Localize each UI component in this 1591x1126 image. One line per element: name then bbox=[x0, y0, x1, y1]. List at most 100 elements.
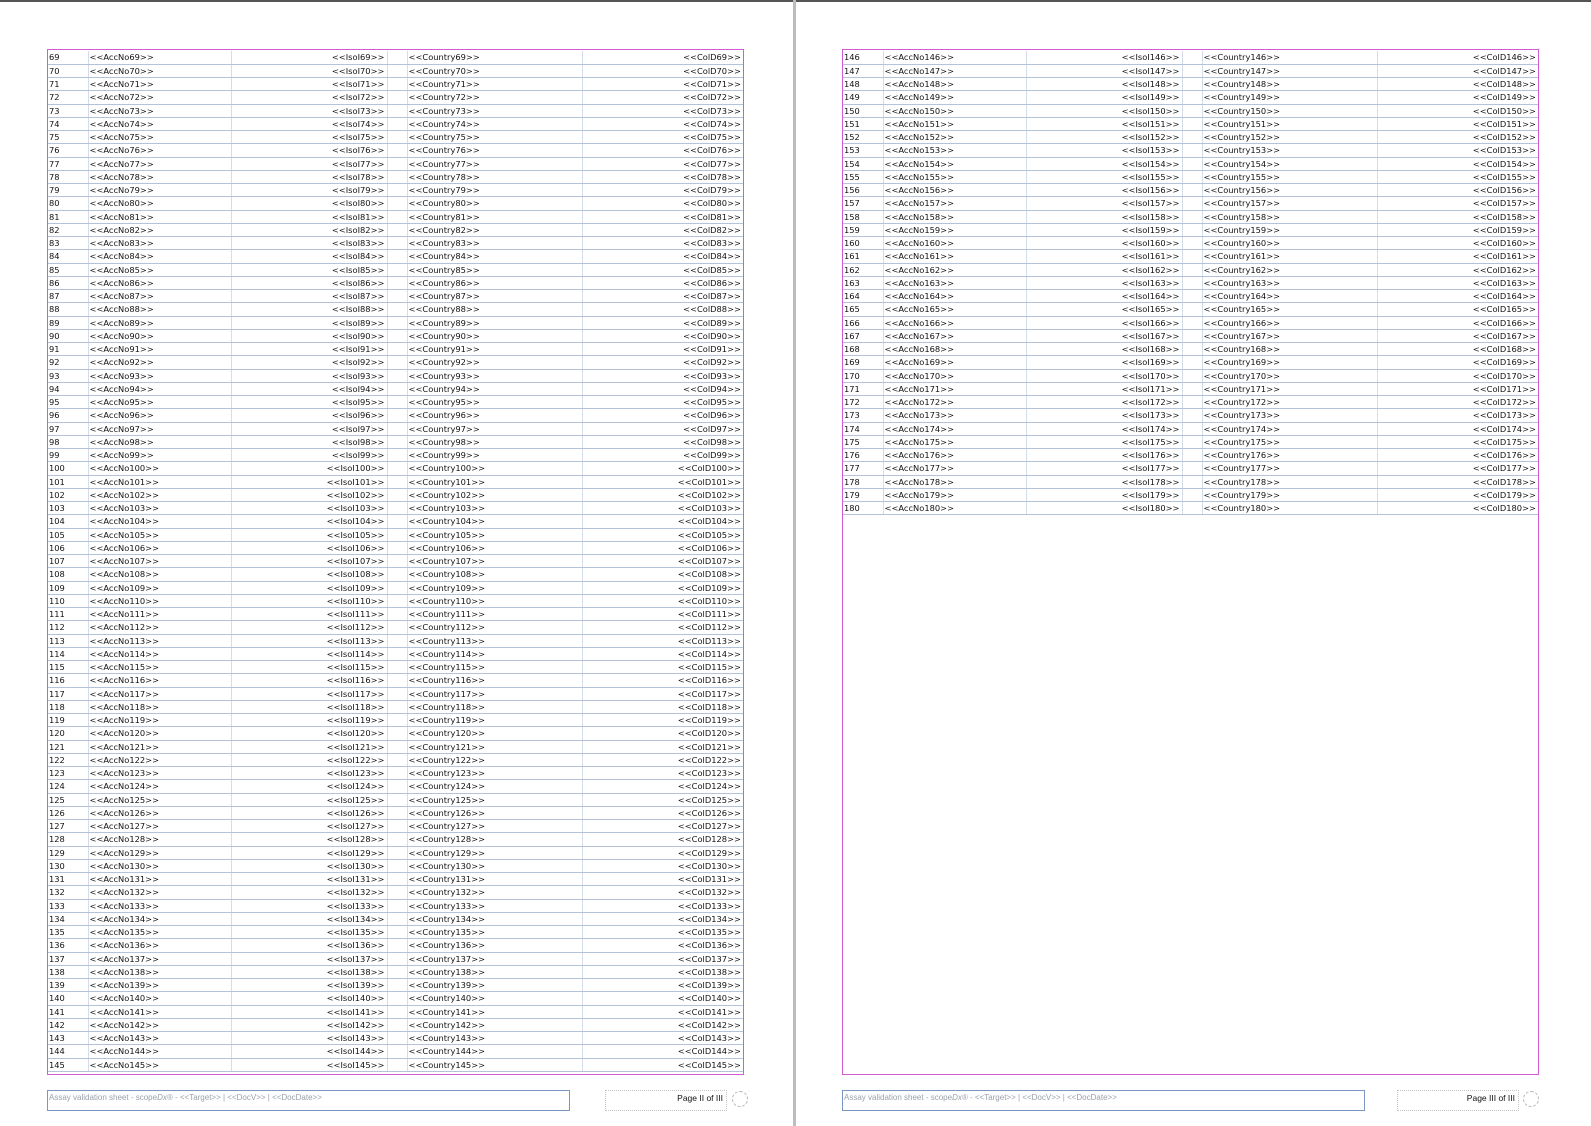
table-row: 84 <<AccNo84>> <<IsoI84>> <<Country84>> <<Co… bbox=[48, 249, 743, 264]
acc-no-cell: <<AccNo118>> bbox=[88, 700, 232, 715]
row-number-cell: 177 bbox=[843, 461, 884, 476]
col-d-cell: <<ColD106>> bbox=[582, 541, 743, 556]
col-d-cell: <<ColD136>> bbox=[582, 938, 743, 953]
acc-no-cell: <<AccNo112>> bbox=[88, 620, 232, 635]
col-d-cell: <<ColD177>> bbox=[1377, 461, 1538, 476]
col-d-cell: <<ColD150>> bbox=[1377, 104, 1538, 118]
country-cell: <<Country83>> bbox=[407, 236, 583, 251]
col-d-cell: <<ColD95>> bbox=[582, 395, 743, 410]
country-cell: <<Country166>> bbox=[1202, 316, 1378, 330]
table-row: 108 <<AccNo108>> <<IsoI108>> <<Country108>>… bbox=[48, 567, 743, 582]
row-number-cell: 106 bbox=[48, 541, 89, 556]
spacer-cell bbox=[1182, 369, 1203, 383]
row-number-cell: 117 bbox=[48, 687, 89, 701]
row-number-cell: 93 bbox=[48, 369, 89, 383]
table-row: 75 <<AccNo75>> <<IsoI75>> <<Country75>> <<Co… bbox=[48, 130, 743, 145]
country-cell: <<Country146>> bbox=[1202, 51, 1378, 65]
spacer-cell bbox=[387, 316, 408, 330]
iso-cell: <<IsoI141>> bbox=[231, 1005, 388, 1019]
country-cell: <<Country131>> bbox=[407, 872, 583, 887]
spacer-cell bbox=[387, 793, 408, 807]
col-d-cell: <<ColD71>> bbox=[582, 77, 743, 92]
country-cell: <<Country140>> bbox=[407, 991, 583, 1006]
row-number-cell: 173 bbox=[843, 408, 884, 423]
country-cell: <<Country91>> bbox=[407, 342, 583, 357]
logo-placeholder-icon bbox=[732, 1091, 748, 1107]
acc-no-cell: <<AccNo157>> bbox=[883, 196, 1027, 211]
country-cell: <<Country172>> bbox=[1202, 395, 1378, 410]
spacer-cell bbox=[387, 766, 408, 781]
spacer-cell bbox=[387, 263, 408, 277]
table-frame: 69 <<AccNo69>> <<IsoI69>> <<Country69>> <<Co… bbox=[47, 49, 744, 1075]
iso-cell: <<IsoI100>> bbox=[231, 461, 388, 476]
acc-no-cell: <<AccNo105>> bbox=[88, 528, 232, 542]
spacer-cell bbox=[387, 528, 408, 542]
table-row: 140 <<AccNo140>> <<IsoI140>> <<Country140>>… bbox=[48, 991, 743, 1006]
acc-no-cell: <<AccNo131>> bbox=[88, 872, 232, 887]
spacer-cell bbox=[1182, 117, 1203, 132]
row-number-cell: 138 bbox=[48, 965, 89, 980]
row-number-cell: 90 bbox=[48, 329, 89, 344]
table-row: 78 <<AccNo78>> <<IsoI78>> <<Country78>> <<Co… bbox=[48, 170, 743, 185]
row-number-cell: 114 bbox=[48, 647, 89, 662]
col-d-cell: <<ColD84>> bbox=[582, 249, 743, 264]
acc-no-cell: <<AccNo177>> bbox=[883, 461, 1027, 476]
table-row: 160 <<AccNo160>> <<IsoI160>> <<Country160>>… bbox=[843, 236, 1538, 251]
table-row: 119 <<AccNo119>> <<IsoI119>> <<Country119>>… bbox=[48, 713, 743, 728]
row-number-cell: 77 bbox=[48, 157, 89, 171]
spacer-cell bbox=[387, 1005, 408, 1019]
acc-no-cell: <<AccNo95>> bbox=[88, 395, 232, 410]
country-cell: <<Country120>> bbox=[407, 726, 583, 741]
country-cell: <<Country88>> bbox=[407, 302, 583, 317]
acc-no-cell: <<AccNo132>> bbox=[88, 885, 232, 900]
iso-cell: <<IsoI74>> bbox=[231, 117, 388, 132]
col-d-cell: <<ColD121>> bbox=[582, 740, 743, 754]
spacer-cell bbox=[387, 713, 408, 728]
row-number-cell: 154 bbox=[843, 157, 884, 171]
iso-cell: <<IsoI89>> bbox=[231, 316, 388, 330]
spacer-cell bbox=[1182, 183, 1203, 198]
row-number-cell: 175 bbox=[843, 435, 884, 450]
row-number-cell: 166 bbox=[843, 316, 884, 330]
country-cell: <<Country113>> bbox=[407, 634, 583, 648]
table-row: 110 <<AccNo110>> <<IsoI110>> <<Country110>>… bbox=[48, 594, 743, 609]
acc-no-cell: <<AccNo164>> bbox=[883, 289, 1027, 304]
col-d-cell: <<ColD128>> bbox=[582, 832, 743, 847]
col-d-cell: <<ColD102>> bbox=[582, 488, 743, 503]
country-cell: <<Country101>> bbox=[407, 475, 583, 489]
acc-no-cell: <<AccNo159>> bbox=[883, 223, 1027, 238]
table-row: 98 <<AccNo98>> <<IsoI98>> <<Country98>> <<Co… bbox=[48, 435, 743, 450]
spacer-cell bbox=[387, 488, 408, 503]
col-d-cell: <<ColD98>> bbox=[582, 435, 743, 450]
country-cell: <<Country178>> bbox=[1202, 475, 1378, 489]
country-cell: <<Country107>> bbox=[407, 554, 583, 569]
spacer-cell bbox=[1182, 488, 1203, 503]
col-d-cell: <<ColD164>> bbox=[1377, 289, 1538, 304]
iso-cell: <<IsoI92>> bbox=[231, 355, 388, 370]
col-d-cell: <<ColD169>> bbox=[1377, 355, 1538, 370]
col-d-cell: <<ColD83>> bbox=[582, 236, 743, 251]
col-d-cell: <<ColD74>> bbox=[582, 117, 743, 132]
spacer-cell bbox=[1182, 130, 1203, 145]
table-row: 180 <<AccNo180>> <<IsoI180>> <<Country180>>… bbox=[843, 501, 1538, 516]
acc-no-cell: <<AccNo120>> bbox=[88, 726, 232, 741]
col-d-cell: <<ColD134>> bbox=[582, 912, 743, 927]
acc-no-cell: <<AccNo161>> bbox=[883, 249, 1027, 264]
spacer-cell bbox=[387, 51, 408, 65]
spacer-cell bbox=[387, 170, 408, 185]
table-row: 148 <<AccNo148>> <<IsoI148>> <<Country148>>… bbox=[843, 77, 1538, 92]
row-number-cell: 70 bbox=[48, 64, 89, 79]
table-row: 124 <<AccNo124>> <<IsoI124>> <<Country124>>… bbox=[48, 779, 743, 794]
country-cell: <<Country145>> bbox=[407, 1058, 583, 1072]
col-d-cell: <<ColD179>> bbox=[1377, 488, 1538, 503]
acc-no-cell: <<AccNo72>> bbox=[88, 90, 232, 105]
iso-cell: <<IsoI113>> bbox=[231, 634, 388, 648]
table-row: 141 <<AccNo141>> <<IsoI141>> <<Country141>>… bbox=[48, 1005, 743, 1019]
country-cell: <<Country127>> bbox=[407, 819, 583, 834]
acc-no-cell: <<AccNo88>> bbox=[88, 302, 232, 317]
iso-cell: <<IsoI172>> bbox=[1026, 395, 1183, 410]
col-d-cell: <<ColD91>> bbox=[582, 342, 743, 357]
spacer-cell bbox=[1182, 448, 1203, 463]
table-row: 151 <<AccNo151>> <<IsoI151>> <<Country151>>… bbox=[843, 117, 1538, 132]
spacer-cell bbox=[1182, 157, 1203, 171]
